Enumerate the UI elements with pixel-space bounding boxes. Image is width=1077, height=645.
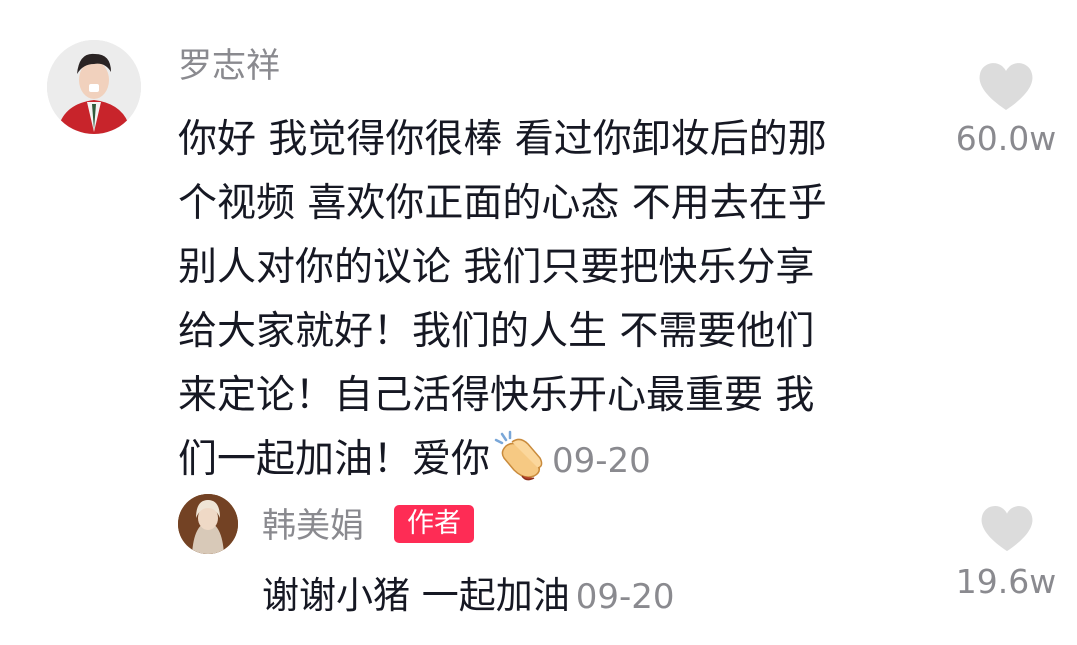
comment-line: 给大家就好！我们的人生 不需要他们 xyxy=(178,309,815,354)
comment-text: 你好 我觉得你很棒 看过你卸妆后的那 个视频 喜欢你正面的心态 不用去在乎 别人… xyxy=(178,108,938,492)
avatar[interactable] xyxy=(47,40,141,134)
reply-username[interactable]: 韩美娟 xyxy=(262,506,364,546)
comment-last-line: 们一起加油！爱你 09-20 xyxy=(178,428,938,492)
like-count: 60.0w xyxy=(955,119,1057,158)
reply-text: 谢谢小猪 一起加油 09-20 xyxy=(262,568,675,625)
like-count: 19.6w xyxy=(955,562,1057,601)
avatar-image xyxy=(47,40,141,134)
comment-line: 个视频 喜欢你正面的心态 不用去在乎 xyxy=(178,181,827,226)
comment-line: 们一起加油！爱你 xyxy=(178,437,491,482)
comment-line: 你好 我觉得你很棒 看过你卸妆后的那 xyxy=(178,117,827,162)
comment-line: 别人对你的议论 我们只要把快乐分享 xyxy=(178,245,815,290)
clapping-hands-icon xyxy=(494,430,543,481)
avatar-image xyxy=(178,494,238,554)
reply-time: 09-20 xyxy=(575,577,675,617)
comment-line: 来定论！自己活得快乐开心最重要 我 xyxy=(178,373,815,418)
comment-time: 09-20 xyxy=(552,441,651,481)
reply-content: 谢谢小猪 一起加油 xyxy=(262,574,570,617)
avatar[interactable] xyxy=(178,494,238,554)
author-badge: 作者 xyxy=(394,505,474,543)
heart-icon[interactable] xyxy=(978,60,1034,112)
comment-username[interactable]: 罗志祥 xyxy=(178,46,280,86)
heart-icon[interactable] xyxy=(980,503,1034,553)
